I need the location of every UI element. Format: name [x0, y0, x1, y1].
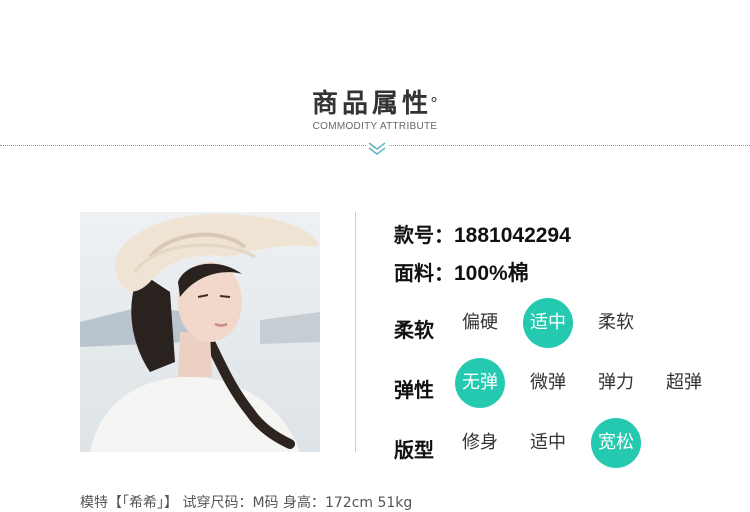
softness-option-hard: 偏硬 — [462, 312, 498, 333]
elasticity-label: 弹性 — [394, 378, 434, 402]
style-number-label: 款号： — [394, 223, 454, 247]
fabric: 面料：100%棉 — [394, 257, 529, 287]
style-number: 款号：1881042294 — [394, 219, 571, 248]
section-subtitle: COMMODITY ATTRIBUTE — [312, 121, 438, 132]
fabric-label: 面料： — [394, 261, 454, 285]
chevron-down-icon — [366, 140, 388, 156]
style-number-value: 1881042294 — [454, 224, 571, 247]
section-title-text: 商品属性 — [311, 89, 432, 119]
degree-mark: ° — [430, 94, 438, 113]
vertical-divider — [355, 212, 356, 452]
fit-option-regular: 适中 — [530, 432, 566, 453]
fabric-value: 100%棉 — [454, 262, 529, 285]
model-info: 模特【「希希」】 试穿尺码：M码 身高：172cm 51kg — [80, 495, 413, 511]
section-title: 商品属性° — [0, 88, 750, 120]
elasticity-option-stretch: 弹力 — [598, 372, 634, 393]
section-heading: 商品属性° COMMODITY ATTRIBUTE — [0, 88, 750, 132]
fit-label: 版型 — [394, 438, 434, 462]
softness-option-soft: 柔软 — [598, 312, 634, 333]
fit-option-slim: 修身 — [462, 432, 498, 453]
fit-option-loose: 宽松 — [591, 418, 641, 468]
elasticity-option-none: 无弹 — [455, 358, 505, 408]
elasticity-option-slight: 微弹 — [530, 372, 566, 393]
softness-option-medium: 适中 — [523, 298, 573, 348]
elasticity-option-super: 超弹 — [666, 372, 702, 393]
softness-label: 柔软 — [394, 318, 434, 342]
model-photo — [80, 212, 320, 452]
